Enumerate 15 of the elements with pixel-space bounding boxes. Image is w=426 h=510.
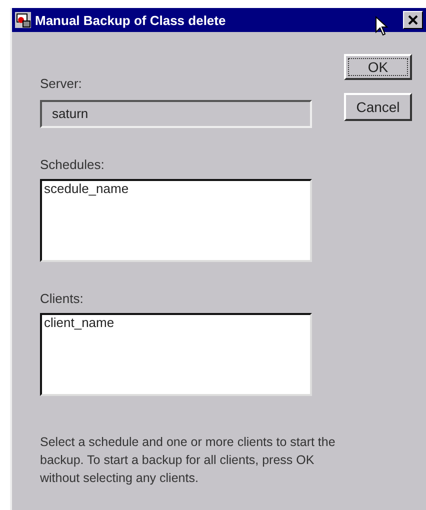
cancel-button[interactable]: Cancel: [344, 93, 412, 121]
instructions-text: Select a schedule and one or more clients to start the backup. To start a backup for all clients, press OK without selecting any clients.: [40, 434, 336, 487]
close-icon[interactable]: [403, 11, 423, 29]
window-title: Manual Backup of Class delete: [35, 12, 226, 28]
server-field: saturn: [40, 100, 312, 128]
server-label: Server:: [40, 76, 83, 92]
clients-list[interactable]: client_name: [40, 313, 312, 396]
mouse-pointer-icon: [375, 16, 389, 37]
schedules-label: Schedules:: [40, 157, 106, 173]
ok-button[interactable]: OK: [344, 54, 412, 80]
clients-label: Clients:: [40, 291, 84, 307]
list-item[interactable]: scedule_name: [44, 181, 308, 197]
schedules-list[interactable]: scedule_name: [40, 179, 312, 262]
app-icon: [15, 12, 31, 28]
list-item[interactable]: client_name: [44, 315, 308, 331]
